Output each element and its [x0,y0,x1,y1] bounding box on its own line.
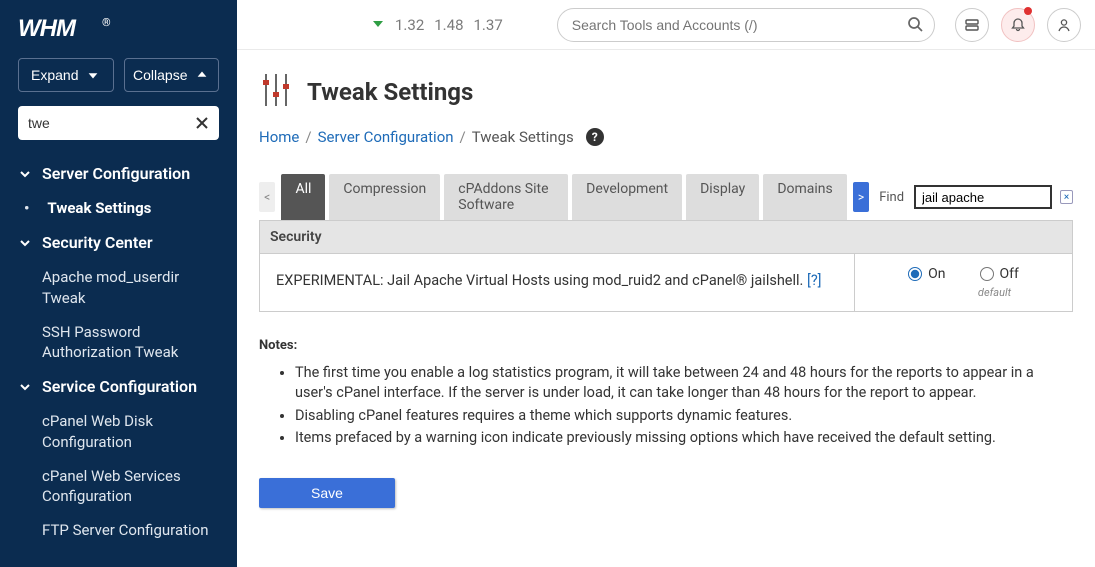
tab-development[interactable]: Development [572,174,682,220]
nav-item[interactable]: Apache mod_userdir Tweak [0,260,237,315]
chevron-down-icon [18,236,32,250]
setting-control: On Off default [854,254,1072,311]
notes-heading: Notes: [259,338,1073,353]
note-item: Items prefaced by a warning icon indicat… [295,428,1073,448]
svg-text:®: ® [102,16,111,29]
tab-compression[interactable]: Compression [329,174,440,220]
nav-item[interactable]: cPanel Web Services Configuration [0,459,237,514]
page-title: Tweak Settings [307,78,473,106]
note-item: The first time you enable a log statisti… [295,363,1073,404]
tabs-scroll-left[interactable]: < [259,182,275,212]
main: 1.32 1.48 1.37 [237,0,1095,567]
tab-domains[interactable]: Domains [763,174,846,220]
collapse-button[interactable]: Collapse [124,58,220,92]
arrow-down-icon [86,68,100,82]
whm-logo: WHM ® [18,14,118,42]
breadcrumb-server-config[interactable]: Server Configuration [318,128,454,146]
find-label: Find [879,190,904,205]
server-info-button[interactable] [955,8,989,42]
sliders-icon [259,70,293,114]
collapse-label: Collapse [133,67,187,83]
nav-item[interactable]: cPanel Web Disk Configuration [0,404,237,459]
search-icon[interactable] [907,16,923,36]
load-5: 1.48 [434,16,463,34]
tab-cpaddons-site-software[interactable]: cPAddons Site Software [444,174,568,220]
setting-row: EXPERIMENTAL: Jail Apache Virtual Hosts … [259,254,1073,312]
sidebar-search-input[interactable] [18,106,219,140]
load-average: 1.32 1.48 1.37 [371,16,503,34]
tab-all[interactable]: All [281,174,325,220]
find-clear-icon[interactable]: × [1060,190,1073,204]
svg-text:WHM: WHM [18,15,77,42]
chevron-down-icon [18,167,32,181]
radio-off-input[interactable] [980,267,994,281]
clear-icon[interactable] [191,112,213,134]
notifications-button[interactable] [1001,8,1035,42]
chevron-down-icon [18,380,32,394]
arrow-up-icon [195,68,209,82]
nav-group-title[interactable]: Server Configuration [0,156,237,191]
notes-list: The first time you enable a log statisti… [259,363,1073,448]
expand-button[interactable]: Expand [18,58,114,92]
tab-display[interactable]: Display [686,174,759,220]
nav-item[interactable]: SSH Password Authorization Tweak [0,315,237,370]
nav-group-title[interactable]: Security Center [0,225,237,260]
help-icon[interactable]: ? [586,128,604,146]
section-header: Security [259,220,1073,254]
account-button[interactable] [1047,8,1081,42]
setting-help-link[interactable]: [?] [807,272,822,289]
on-label: On [928,266,945,282]
nav-group-title[interactable]: Service Configuration [0,369,237,404]
load-1: 1.32 [395,16,424,34]
global-search-input[interactable] [557,8,935,42]
expand-label: Expand [31,67,78,83]
notification-dot [1024,7,1032,15]
breadcrumb-current: Tweak Settings [472,128,574,146]
logo: WHM ® [0,0,237,52]
sidebar: WHM ® Expand Collapse Server Configurati… [0,0,237,567]
sidebar-nav: Server ConfigurationTweak SettingsSecuri… [0,156,237,567]
nav-item[interactable]: Tweak Settings [0,191,237,225]
tabs-scroll-right[interactable]: > [853,182,869,212]
breadcrumb: Home / Server Configuration / Tweak Sett… [259,128,1073,146]
nav-item[interactable]: FTP Server Configuration [0,513,237,547]
breadcrumb-home[interactable]: Home [259,128,299,146]
load-15: 1.37 [474,16,503,34]
setting-description: EXPERIMENTAL: Jail Apache Virtual Hosts … [260,254,854,311]
setting-text: EXPERIMENTAL: Jail Apache Virtual Hosts … [276,272,807,289]
server-icon [964,17,980,33]
note-item: Disabling cPanel features requires a the… [295,406,1073,426]
topbar: 1.32 1.48 1.37 [237,0,1095,50]
content: Tweak Settings Home / Server Configurati… [237,50,1095,567]
save-button[interactable]: Save [259,478,395,508]
default-label: default [978,286,1011,299]
find-input[interactable] [914,185,1052,209]
radio-on-input[interactable] [908,267,922,281]
tabs: AllCompressioncPAddons Site SoftwareDeve… [281,174,846,220]
bell-icon [1010,17,1026,33]
radio-on[interactable]: On [908,266,945,282]
user-icon [1056,17,1072,33]
trend-down-icon [371,16,385,34]
off-label: Off [1000,266,1019,282]
radio-off[interactable]: Off [980,266,1019,282]
tabs-row: < AllCompressioncPAddons Site SoftwareDe… [259,174,1073,220]
